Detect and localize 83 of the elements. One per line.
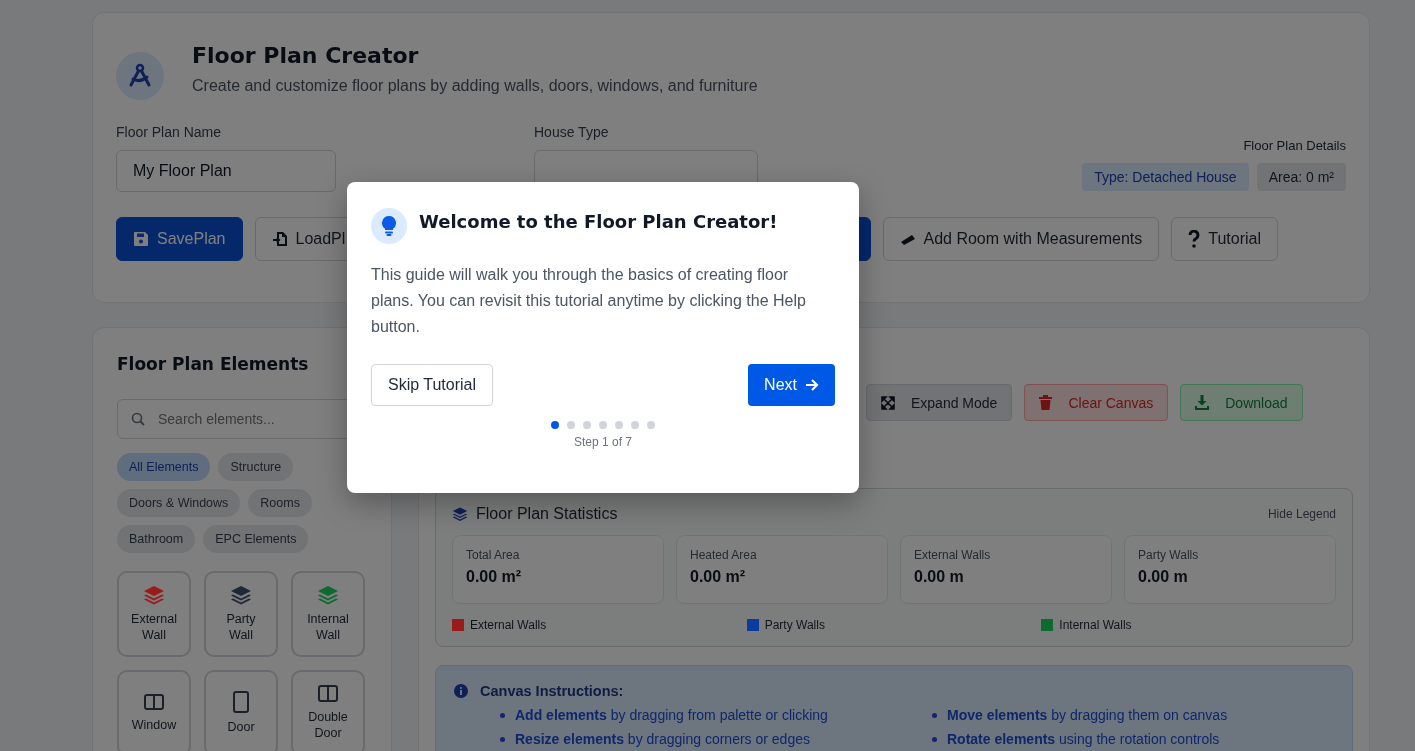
hide-legend-link[interactable]: Hide Legend bbox=[1267, 507, 1336, 521]
statistics-title: Floor Plan Statistics bbox=[476, 505, 618, 523]
filter-chip[interactable]: All Elements bbox=[117, 453, 211, 481]
legend-label: Internal Walls bbox=[1059, 618, 1132, 632]
ruler-icon bbox=[899, 233, 916, 245]
search-icon bbox=[131, 412, 145, 426]
legend-label: Party Walls bbox=[764, 618, 825, 632]
filter-chip[interactable]: Doors & Windows bbox=[117, 489, 241, 517]
lightbulb-icon bbox=[371, 208, 407, 244]
filter-chip[interactable]: EPC Elements bbox=[203, 525, 309, 553]
instruction-text: Resize elements by dragging corners or edges bbox=[515, 731, 810, 747]
step-dot[interactable] bbox=[567, 421, 575, 429]
add-room-button[interactable]: Add Room with Measurements bbox=[882, 217, 1160, 261]
tile-label: Double Door bbox=[307, 709, 349, 741]
filter-chip[interactable]: Bathroom bbox=[117, 525, 196, 553]
tile-label: External Wall bbox=[130, 611, 178, 643]
step-dot[interactable] bbox=[599, 421, 607, 429]
dialog-text: This guide will walk you through the basics of creating floor plans. You can revisit this tutorial anytime by clicking the Help button. bbox=[371, 265, 807, 337]
element-tile[interactable]: Window bbox=[117, 670, 191, 751]
field-label: House Type bbox=[534, 124, 610, 140]
plan-name-field[interactable]: My Floor Plan bbox=[116, 150, 336, 192]
clear-button[interactable]: Clear Canvas bbox=[1024, 384, 1169, 421]
step-dot[interactable] bbox=[647, 421, 655, 429]
filter-chip[interactable]: Rooms bbox=[248, 489, 312, 517]
bullet bbox=[932, 736, 937, 742]
step-counter: Step 1 of 7 bbox=[572, 435, 633, 449]
stat-value: 0.00 m bbox=[1138, 568, 1189, 586]
step-dot[interactable] bbox=[551, 421, 559, 429]
app-subtitle: Create and customize floor plans by adding walls, doors, windows, and furniture bbox=[192, 77, 758, 95]
element-tile[interactable]: Internal Wall bbox=[291, 571, 365, 657]
instruction-text: Rotate elements using the rotation controls bbox=[947, 731, 1220, 747]
step-dot[interactable] bbox=[615, 421, 623, 429]
instruction-text: Add elements by dragging from palette or clicking bbox=[515, 707, 828, 723]
stat-value: 0.00 m² bbox=[690, 568, 747, 586]
instructions-title: Canvas Instructions: bbox=[480, 683, 624, 699]
element-tile[interactable]: Door bbox=[204, 670, 278, 751]
tile-label: Window bbox=[130, 717, 178, 733]
download-button[interactable]: Download bbox=[1180, 384, 1303, 421]
tile-label: Door bbox=[226, 719, 256, 735]
expand-icon bbox=[881, 395, 895, 410]
info-badge: Area: 0 m² bbox=[1256, 163, 1346, 191]
step-dot[interactable] bbox=[583, 421, 591, 429]
legend-label: External Walls bbox=[470, 618, 547, 632]
stat-value: 0.00 m² bbox=[466, 568, 523, 586]
element-tile[interactable]: Party Wall bbox=[204, 571, 278, 657]
bullet bbox=[932, 712, 937, 718]
double-door-icon bbox=[318, 685, 338, 703]
stat-value: 0.00 m bbox=[914, 568, 965, 586]
stat-label: Total Area bbox=[466, 548, 521, 562]
bullet bbox=[500, 712, 505, 718]
tile-label: Internal Wall bbox=[306, 611, 350, 643]
next-button[interactable]: Next bbox=[748, 364, 835, 406]
panel-title: Floor Plan Elements bbox=[117, 354, 310, 374]
tile-label: Party Wall bbox=[225, 611, 257, 643]
save-button[interactable]: SavePlan bbox=[116, 217, 243, 261]
step-dot[interactable] bbox=[631, 421, 639, 429]
window-icon bbox=[144, 693, 164, 711]
element-tile[interactable]: External Wall bbox=[117, 571, 191, 657]
layers-icon bbox=[452, 506, 468, 522]
compass-icon bbox=[116, 52, 164, 100]
info-icon bbox=[454, 684, 468, 698]
field-label: Floor Plan Name bbox=[116, 124, 223, 140]
stat-label: Heated Area bbox=[690, 548, 758, 562]
element-tile[interactable]: Double Door bbox=[291, 670, 365, 751]
trash-icon bbox=[1039, 395, 1053, 410]
info-badge: Type: Detached House bbox=[1082, 163, 1249, 191]
dialog-title: Welcome to the Floor Plan Creator! bbox=[419, 210, 778, 232]
arrow-right-icon bbox=[805, 378, 819, 392]
stat-label: External Walls bbox=[914, 548, 992, 562]
door-icon bbox=[232, 691, 250, 713]
filter-chip[interactable]: Structure bbox=[218, 453, 294, 481]
stat-label: Party Walls bbox=[1138, 548, 1200, 562]
download-icon bbox=[1195, 395, 1210, 410]
details-title: Floor Plan Details bbox=[1243, 138, 1346, 153]
tutorial-button[interactable]: Tutorial bbox=[1171, 217, 1279, 261]
bullet bbox=[500, 736, 505, 742]
file-import-icon bbox=[271, 231, 288, 247]
floppy-icon bbox=[133, 231, 149, 247]
question-icon bbox=[1188, 230, 1201, 248]
skip-tutorial-button[interactable]: Skip Tutorial bbox=[371, 364, 494, 406]
app-title: Floor Plan Creator bbox=[192, 42, 420, 70]
instruction-text: Move elements by dragging them on canvas bbox=[947, 707, 1228, 723]
expand-button[interactable]: Expand Mode bbox=[866, 384, 1013, 421]
